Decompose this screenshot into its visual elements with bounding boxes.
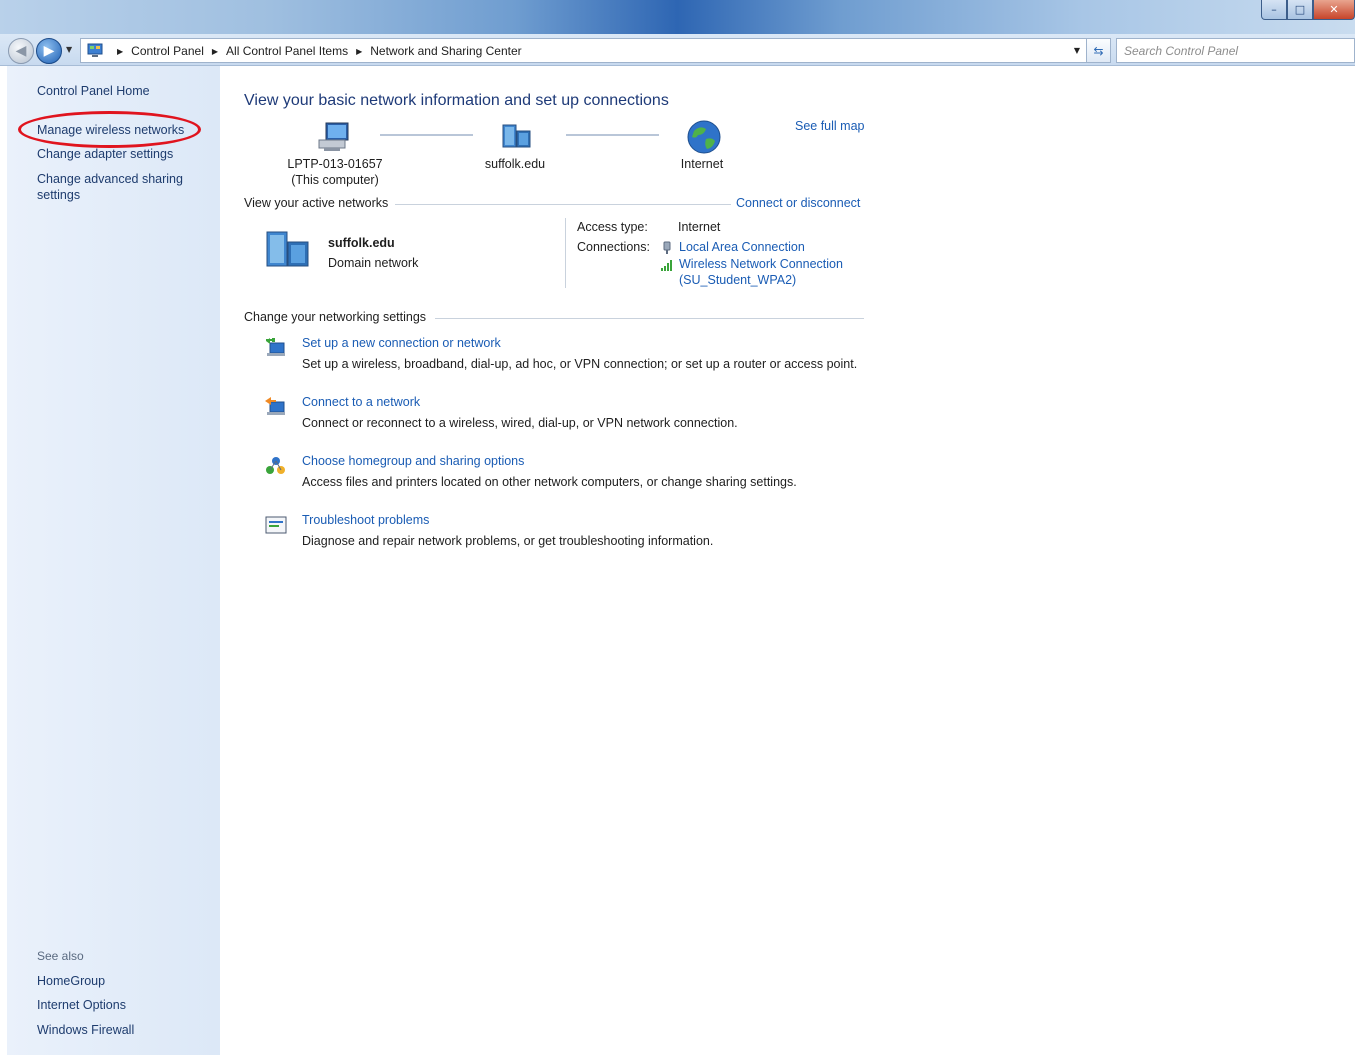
map-connection-line	[566, 134, 659, 136]
sidebar-item-homegroup[interactable]: HomeGroup	[37, 973, 105, 989]
sidebar-item-control-panel-home[interactable]: Control Panel Home	[37, 83, 150, 99]
forward-arrow-icon: ▶	[43, 43, 55, 59]
sidebar: Control Panel Home Manage wireless netwo…	[7, 66, 220, 1055]
setup-connection-link[interactable]: Set up a new connection or network	[302, 336, 501, 350]
local-area-connection-label[interactable]: Local Area Connection	[679, 240, 805, 254]
recent-pages-dropdown-icon[interactable]: ▼	[66, 45, 72, 54]
window-controls: – □ ✕	[1261, 0, 1355, 21]
map-internet-label[interactable]: Internet	[647, 156, 757, 172]
map-connection-line	[380, 134, 473, 136]
connect-network-link[interactable]: Connect to a network	[302, 395, 420, 409]
local-area-connection-link[interactable]: Local Area Connection	[660, 240, 805, 255]
control-panel-icon	[87, 43, 103, 57]
see-full-map-link[interactable]: See full map	[795, 119, 864, 133]
network-sharing-center-window: – □ ✕ ◀ ▶ ▼ ▶ Control Panel ▶ All Contro…	[0, 0, 1355, 1055]
active-networks-heading: View your active networks	[244, 196, 395, 210]
troubleshoot-link[interactable]: Troubleshoot problems	[302, 513, 429, 527]
sidebar-item-internet-options[interactable]: Internet Options	[37, 997, 126, 1013]
breadcrumb-separator-icon[interactable]: ▶	[356, 47, 362, 56]
search-input[interactable]: Search Control Panel	[1116, 38, 1355, 63]
page-title: View your basic network information and …	[244, 92, 669, 109]
access-type-label: Access type:	[577, 220, 648, 234]
connect-or-disconnect-link[interactable]: Connect or disconnect	[736, 196, 860, 210]
see-also-label: See also	[37, 949, 84, 963]
homegroup-sharing-description: Access files and printers located on oth…	[302, 475, 797, 489]
maximize-button[interactable]: □	[1287, 0, 1313, 20]
wireless-network-connection-label[interactable]: Wireless Network Connection	[679, 257, 843, 271]
globe-icon	[687, 120, 721, 154]
active-network-name: suffolk.edu	[328, 236, 395, 250]
breadcrumb-separator-icon[interactable]: ▶	[117, 47, 123, 56]
networking-settings-heading: Change your networking settings	[244, 310, 433, 324]
domain-network-icon[interactable]	[264, 228, 316, 270]
minimize-button[interactable]: –	[1261, 0, 1287, 20]
homegroup-icon	[266, 457, 285, 474]
sidebar-item-change-adapter[interactable]: Change adapter settings	[37, 146, 173, 162]
setup-connection-description: Set up a wireless, broadband, dial-up, a…	[302, 357, 858, 371]
breadcrumb-separator-icon[interactable]: ▶	[212, 47, 218, 56]
title-bar[interactable]: – □ ✕	[0, 0, 1355, 34]
computer-subtitle: (This computer)	[291, 173, 379, 187]
refresh-button[interactable]: ⇆	[1087, 38, 1111, 63]
domain-network-icon	[502, 124, 531, 148]
wireless-network-connection-link[interactable]: Wireless Network Connection	[660, 257, 843, 272]
troubleshoot-description: Diagnose and repair network problems, or…	[302, 534, 714, 548]
wifi-signal-icon	[661, 260, 672, 271]
connect-network-description: Connect or reconnect to a wireless, wire…	[302, 416, 738, 430]
wireless-ssid[interactable]: (SU_Student_WPA2)	[679, 273, 796, 287]
connections-label: Connections:	[577, 240, 650, 254]
vertical-divider	[565, 218, 566, 288]
troubleshoot-icon	[265, 516, 287, 534]
close-button[interactable]: ✕	[1313, 0, 1355, 20]
access-type-value: Internet	[678, 220, 721, 234]
back-button[interactable]: ◀	[8, 38, 34, 64]
computer-icon	[318, 122, 349, 151]
homegroup-sharing-link[interactable]: Choose homegroup and sharing options	[302, 454, 524, 468]
computer-name: LPTP-013-01657	[287, 157, 383, 171]
refresh-icon: ⇆	[1093, 43, 1104, 58]
new-connection-icon	[266, 338, 285, 356]
search-placeholder: Search Control Panel	[1124, 44, 1239, 58]
main-content: View your basic network information and …	[220, 66, 1355, 1055]
sidebar-item-change-advanced-sharing[interactable]: Change advanced sharing settings	[37, 171, 197, 203]
sidebar-item-windows-firewall[interactable]: Windows Firewall	[37, 1022, 134, 1038]
section-divider	[435, 318, 864, 319]
back-arrow-icon: ◀	[15, 43, 27, 59]
address-bar[interactable]: ▶ Control Panel ▶ All Control Panel Item…	[80, 38, 1087, 63]
connect-network-icon	[265, 397, 285, 415]
breadcrumb-all-items[interactable]: All Control Panel Items	[226, 44, 348, 58]
map-computer-label[interactable]: LPTP-013-01657 (This computer)	[280, 156, 390, 188]
breadcrumb: ▶ Control Panel ▶ All Control Panel Item…	[109, 44, 522, 58]
map-network-label[interactable]: suffolk.edu	[460, 156, 570, 172]
breadcrumb-network-sharing[interactable]: Network and Sharing Center	[370, 44, 521, 58]
sidebar-item-manage-wireless[interactable]: Manage wireless networks	[37, 122, 184, 138]
network-category-link[interactable]: Domain network	[328, 256, 418, 270]
breadcrumb-control-panel[interactable]: Control Panel	[131, 44, 204, 58]
ethernet-plug-icon	[663, 241, 671, 254]
section-divider	[395, 204, 731, 205]
forward-button[interactable]: ▶	[36, 38, 62, 64]
address-dropdown-icon[interactable]: ▼	[1074, 46, 1080, 55]
navigation-bar: ◀ ▶ ▼ ▶ Control Panel ▶ All Control Pane…	[0, 34, 1355, 66]
